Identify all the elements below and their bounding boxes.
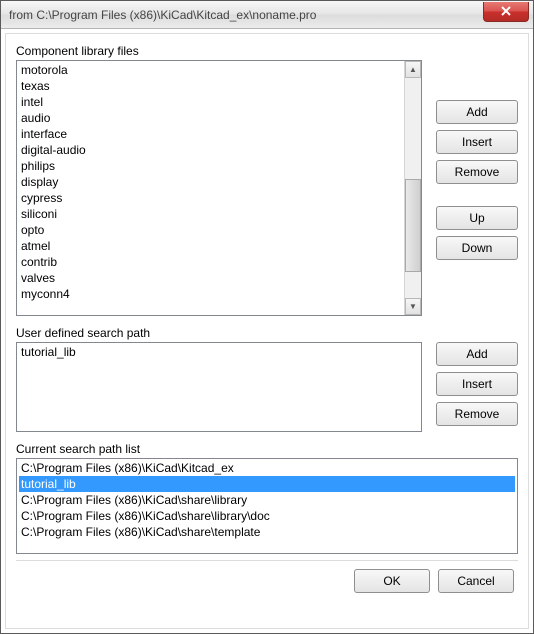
list-item[interactable]: texas — [19, 78, 419, 94]
libs-remove-button[interactable]: Remove — [436, 160, 518, 184]
libs-scrollbar[interactable]: ▲ ▼ — [404, 61, 421, 315]
titlebar[interactable]: from C:\Program Files (x86)\KiCad\Kitcad… — [1, 1, 533, 29]
search-group: User defined search path tutorial_lib Ad… — [16, 326, 518, 432]
search-listbox[interactable]: tutorial_lib — [16, 342, 422, 432]
libs-up-button[interactable]: Up — [436, 206, 518, 230]
paths-listbox[interactable]: C:\Program Files (x86)\KiCad\Kitcad_extu… — [16, 458, 518, 554]
libs-group: Component library files motorolatexasint… — [16, 44, 518, 316]
scroll-thumb[interactable] — [405, 179, 421, 271]
scroll-track[interactable] — [405, 78, 421, 298]
list-item[interactable]: tutorial_lib — [19, 476, 515, 492]
close-button[interactable] — [483, 2, 529, 22]
list-item[interactable]: tutorial_lib — [19, 344, 419, 360]
libs-buttons: Add Insert Remove Up Down — [436, 44, 518, 260]
list-item[interactable]: interface — [19, 126, 419, 142]
search-buttons: Add Insert Remove — [436, 326, 518, 426]
list-item[interactable]: opto — [19, 222, 419, 238]
cancel-button[interactable]: Cancel — [438, 569, 514, 593]
list-item[interactable]: digital-audio — [19, 142, 419, 158]
list-item[interactable]: C:\Program Files (x86)\KiCad\share\templ… — [19, 524, 515, 540]
list-item[interactable]: C:\Program Files (x86)\KiCad\Kitcad_ex — [19, 460, 515, 476]
search-label: User defined search path — [16, 326, 422, 340]
libs-listbox[interactable]: motorolatexasintelaudiointerfacedigital-… — [16, 60, 422, 316]
client-area: Component library files motorolatexasint… — [5, 33, 529, 629]
list-item[interactable]: philips — [19, 158, 419, 174]
libs-insert-button[interactable]: Insert — [436, 130, 518, 154]
scroll-up-icon[interactable]: ▲ — [405, 61, 421, 78]
list-item[interactable]: motorola — [19, 62, 419, 78]
ok-button[interactable]: OK — [354, 569, 430, 593]
search-add-button[interactable]: Add — [436, 342, 518, 366]
footer-bar: OK Cancel — [16, 560, 518, 595]
list-item[interactable]: display — [19, 174, 419, 190]
dialog-window: from C:\Program Files (x86)\KiCad\Kitcad… — [0, 0, 534, 634]
libs-down-button[interactable]: Down — [436, 236, 518, 260]
titlebar-text: from C:\Program Files (x86)\KiCad\Kitcad… — [9, 8, 483, 22]
list-item[interactable]: audio — [19, 110, 419, 126]
paths-group: Current search path list C:\Program File… — [16, 442, 518, 554]
libs-label: Component library files — [16, 44, 422, 58]
close-icon — [501, 6, 511, 16]
search-insert-button[interactable]: Insert — [436, 372, 518, 396]
list-item[interactable]: C:\Program Files (x86)\KiCad\share\libra… — [19, 492, 515, 508]
scroll-down-icon[interactable]: ▼ — [405, 298, 421, 315]
list-item[interactable]: contrib — [19, 254, 419, 270]
search-remove-button[interactable]: Remove — [436, 402, 518, 426]
list-item[interactable]: intel — [19, 94, 419, 110]
libs-add-button[interactable]: Add — [436, 100, 518, 124]
paths-label: Current search path list — [16, 442, 518, 456]
list-item[interactable]: valves — [19, 270, 419, 286]
list-item[interactable]: myconn4 — [19, 286, 419, 302]
list-item[interactable]: cypress — [19, 190, 419, 206]
list-item[interactable]: C:\Program Files (x86)\KiCad\share\libra… — [19, 508, 515, 524]
list-item[interactable]: siliconi — [19, 206, 419, 222]
list-item[interactable]: atmel — [19, 238, 419, 254]
